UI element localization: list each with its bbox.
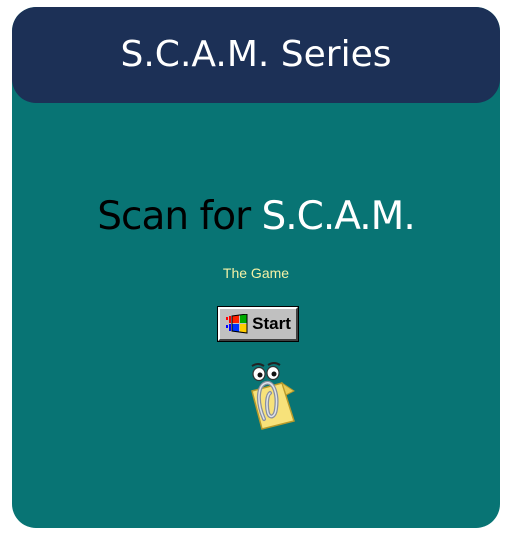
game-title-part2: S.C.A.M. bbox=[261, 194, 416, 239]
game-title-part1: Scan for bbox=[97, 194, 262, 239]
paperclip-assistant-icon bbox=[242, 361, 298, 431]
series-title: S.C.A.M. Series bbox=[120, 34, 392, 75]
start-button[interactable]: Start bbox=[217, 306, 299, 342]
start-button-label: Start bbox=[252, 314, 291, 333]
windows-logo-icon bbox=[225, 313, 249, 334]
series-header: S.C.A.M. Series bbox=[12, 7, 500, 103]
game-subtitle: The Game bbox=[222, 265, 290, 281]
game-title: Scan for S.C.A.M. bbox=[12, 193, 500, 241]
game-card: S.C.A.M. Series Scan for S.C.A.M. The Ga… bbox=[12, 7, 500, 528]
